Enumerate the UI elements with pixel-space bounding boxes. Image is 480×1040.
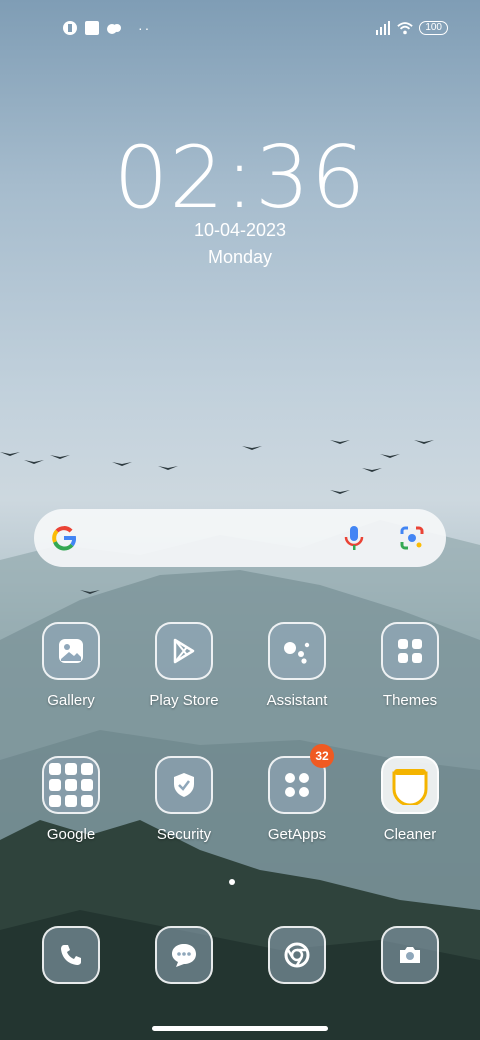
status-bar: ·· 100 [0, 14, 480, 42]
clock-time[interactable]: 02:36 [0, 128, 480, 228]
app-gallery[interactable]: Gallery [21, 622, 121, 709]
google-g-icon [52, 526, 77, 551]
notification-badge: 32 [310, 744, 334, 768]
battery-indicator: 100 [419, 21, 448, 35]
more-notifications: ·· [138, 20, 152, 36]
assistant-icon [268, 622, 326, 680]
dock-camera[interactable] [360, 926, 460, 984]
app-label: Security [156, 826, 212, 843]
dock-phone[interactable] [21, 926, 121, 984]
dock-messages[interactable] [134, 926, 234, 984]
cleaner-icon [381, 756, 439, 814]
app-label: Google [46, 826, 96, 843]
camera-icon [381, 926, 439, 984]
app-assistant[interactable]: Assistant [247, 622, 347, 709]
phone-icon [42, 926, 100, 984]
app-security[interactable]: Security [134, 756, 234, 843]
security-shield-icon [155, 756, 213, 814]
chrome-icon [268, 926, 326, 984]
app-themes[interactable]: Themes [360, 622, 460, 709]
wifi-icon [397, 22, 414, 35]
app-cleaner[interactable]: Cleaner [360, 756, 460, 843]
dock-chrome[interactable] [247, 926, 347, 984]
themes-icon [381, 622, 439, 680]
google-search-bar[interactable] [34, 509, 446, 567]
messages-icon [155, 926, 213, 984]
microphone-icon[interactable] [342, 524, 366, 552]
google-folder-icon [42, 756, 100, 814]
app-getapps[interactable]: 32 GetApps [247, 744, 347, 843]
square-icon [85, 21, 99, 35]
gallery-icon [42, 622, 100, 680]
app-label: GetApps [267, 826, 327, 843]
clock-date: 10-04-2023 [193, 220, 287, 240]
app-label: Cleaner [383, 826, 437, 843]
folder-google[interactable]: Google [21, 756, 121, 843]
signal-icon [376, 21, 391, 35]
app-play-store[interactable]: Play Store [134, 622, 234, 709]
clock-day: Monday [207, 247, 273, 267]
play-store-icon [155, 622, 213, 680]
home-gesture-bar[interactable] [152, 1026, 328, 1031]
getapps-icon: 32 [268, 744, 334, 814]
cloud-icon [107, 24, 121, 34]
lens-camera-icon[interactable] [398, 524, 426, 552]
app-label: Assistant [266, 692, 328, 709]
app-label: Play Store [149, 692, 219, 709]
notification-icon [63, 21, 77, 35]
app-label: Gallery [47, 692, 95, 709]
page-indicator [229, 879, 235, 885]
app-label: Themes [382, 692, 438, 709]
